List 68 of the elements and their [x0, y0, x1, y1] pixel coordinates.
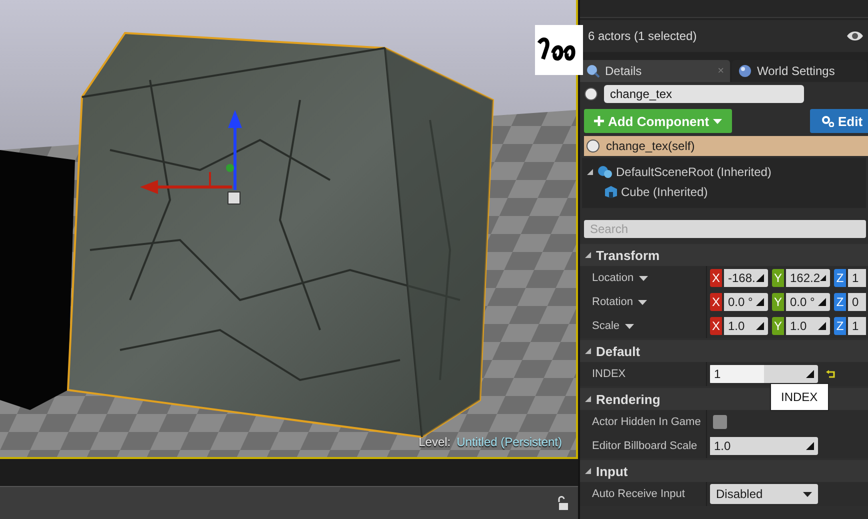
axis-label: Y: [772, 317, 784, 335]
section-header[interactable]: Default: [580, 340, 868, 362]
checkbox[interactable]: [713, 415, 727, 429]
actor-name-field[interactable]: change_tex: [604, 85, 804, 103]
property-label: Auto Receive Input: [580, 482, 707, 506]
caret-icon: [803, 492, 812, 496]
reset-arrow-icon[interactable]: [826, 370, 836, 378]
globe-icon: [738, 64, 752, 78]
axis-label: X: [710, 293, 722, 311]
number-field[interactable]: 1.0: [724, 317, 768, 335]
number-field[interactable]: 1: [848, 269, 866, 287]
number-field[interactable]: 1.0: [786, 317, 830, 335]
number-field[interactable]: 1: [848, 317, 866, 335]
drag-handle-icon[interactable]: [806, 442, 814, 450]
eye-icon[interactable]: [846, 30, 864, 42]
scene-root-icon: [597, 165, 613, 179]
level-label: Level:: [418, 435, 451, 449]
collapse-triangle-icon[interactable]: [584, 347, 592, 355]
number-field[interactable]: 1.0: [710, 437, 818, 455]
collapse-triangle-icon[interactable]: [586, 168, 594, 176]
number-field[interactable]: -168.: [724, 269, 768, 287]
component-tree-item[interactable]: Cube (Inherited): [586, 183, 866, 201]
cube-icon: [604, 185, 618, 199]
sphere-icon: [584, 87, 598, 101]
drag-handle-icon[interactable]: [820, 274, 826, 282]
edit-button[interactable]: Edit: [810, 109, 868, 133]
axis-label: X: [710, 317, 722, 335]
slider-field[interactable]: 1: [710, 365, 818, 383]
number-field[interactable]: 0.0 °: [724, 293, 768, 311]
axis-label: Z: [834, 269, 846, 287]
caret-icon: [713, 118, 722, 124]
axis-label: Y: [772, 269, 784, 287]
level-name: Untitled (Persistent): [456, 435, 562, 449]
handwriting-sticker-drawing: [535, 25, 583, 75]
drag-handle-icon[interactable]: [756, 298, 764, 306]
axis-label: Z: [834, 317, 846, 335]
plus-icon: [594, 116, 604, 126]
property-label: INDEX: [580, 362, 707, 386]
panel-tab[interactable]: Details ×: [580, 60, 730, 82]
drag-handle-icon[interactable]: [818, 322, 826, 330]
dropdown[interactable]: Disabled: [710, 484, 818, 504]
component-tree-item[interactable]: DefaultSceneRoot (Inherited): [586, 163, 866, 181]
drag-handle-icon[interactable]: [756, 322, 764, 330]
gears-icon: [822, 115, 834, 127]
info-magnifier-icon: [586, 64, 600, 78]
self-component-item[interactable]: change_tex(self): [584, 136, 868, 156]
section-header[interactable]: Input: [580, 460, 868, 482]
search-field[interactable]: Search: [584, 220, 866, 238]
number-field[interactable]: 162.2: [786, 269, 830, 287]
axis-label: X: [710, 269, 722, 287]
section-header[interactable]: Transform: [580, 244, 868, 266]
property-label: Scale: [580, 314, 707, 338]
number-field[interactable]: 0.0 °: [786, 293, 830, 311]
property-label: Editor Billboard Scale: [580, 434, 707, 458]
drag-handle-icon[interactable]: [806, 370, 814, 378]
tooltip: INDEX: [770, 383, 829, 411]
sphere-icon: [586, 139, 600, 153]
collapse-triangle-icon[interactable]: [584, 467, 592, 475]
number-field[interactable]: 0: [848, 293, 866, 311]
axis-label: Y: [772, 293, 784, 311]
actor-count-text: 6 actors (1 selected): [588, 29, 697, 43]
drag-handle-icon[interactable]: [756, 274, 764, 282]
collapse-triangle-icon[interactable]: [584, 251, 592, 259]
collapse-triangle-icon[interactable]: [584, 395, 592, 403]
unlocked-padlock-icon[interactable]: [556, 496, 568, 510]
axis-label: Z: [834, 293, 846, 311]
slider-fill[interactable]: [710, 365, 764, 383]
drag-handle-icon[interactable]: [818, 298, 826, 306]
